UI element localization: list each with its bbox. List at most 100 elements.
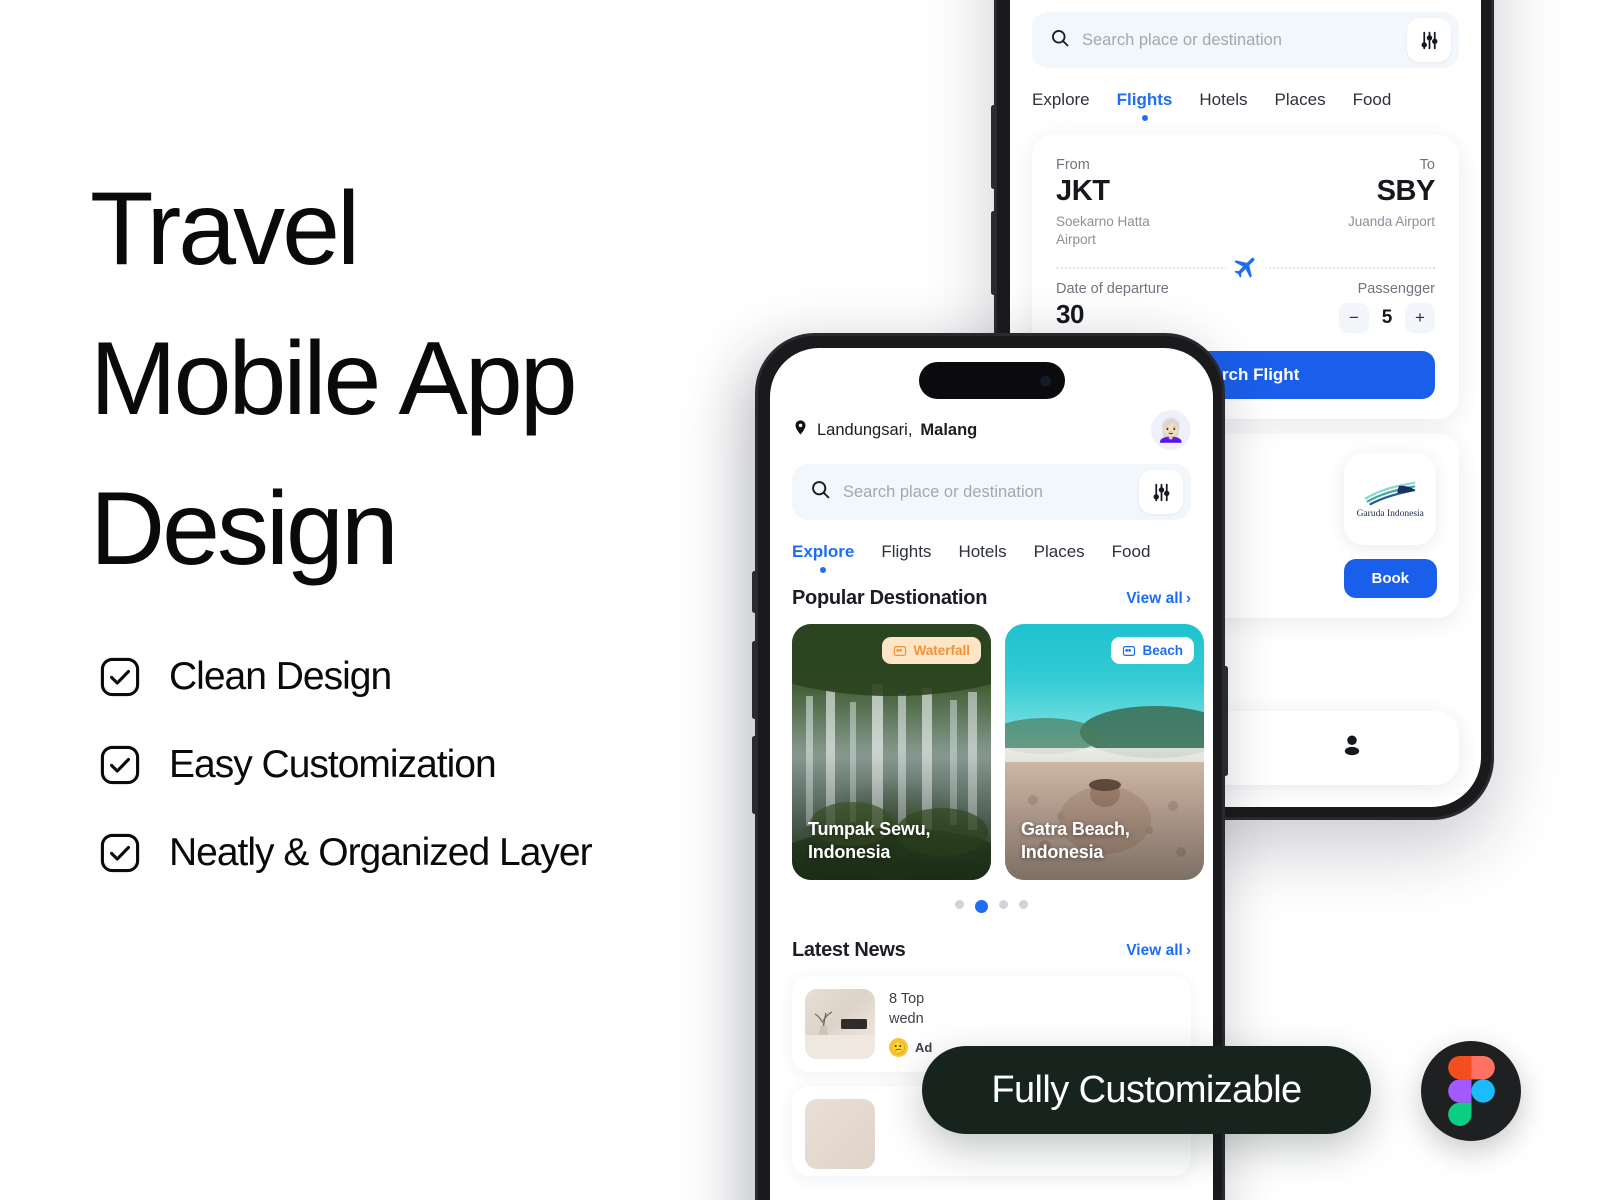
dynamic-island	[918, 362, 1065, 399]
tab-food[interactable]: Food	[1353, 90, 1392, 121]
tab-food[interactable]: Food	[1112, 542, 1151, 573]
feature-item-easy-customization: Easy Customization	[98, 743, 592, 787]
passenger-stepper[interactable]: Passengger − 5 +	[1339, 281, 1435, 334]
destination-name: Gatra Beach, Indonesia	[1021, 818, 1130, 864]
news-author-row: 😕 Ad	[889, 1038, 932, 1057]
date-label: Date of departure	[1056, 281, 1169, 298]
volume-up-button[interactable]	[752, 641, 757, 719]
destination-name-line1: Gatra Beach,	[1021, 818, 1130, 839]
tab-explore[interactable]: Explore	[792, 542, 854, 573]
news-author-name: Ad	[915, 1040, 933, 1055]
passenger-count: 5	[1381, 307, 1393, 329]
carousel-dot-2[interactable]	[975, 900, 988, 913]
news-view-all-link[interactable]: View all ›	[1126, 942, 1191, 960]
carousel-pagination[interactable]	[770, 880, 1213, 913]
popular-destination-header: Popular Destionation View all ›	[770, 587, 1213, 610]
from-label: From	[1056, 157, 1090, 173]
tab-flights[interactable]: Flights	[1117, 90, 1173, 121]
title-line-1: Travel	[90, 171, 360, 287]
volume-down-button[interactable]	[752, 736, 757, 814]
popular-destination-title: Popular Destionation	[792, 587, 988, 609]
airline-logo: Garuda Indonesia	[1344, 453, 1437, 546]
tab-flights[interactable]: Flights	[881, 542, 931, 573]
feature-label: Clean Design	[169, 655, 392, 698]
from-airport: Soekarno Hatta Airport	[1056, 214, 1150, 248]
view-all-label: View all	[1126, 941, 1183, 959]
chevron-right-icon: ›	[1185, 941, 1191, 959]
checkbox-checked-icon	[98, 743, 142, 787]
checkbox-checked-icon	[98, 655, 142, 699]
tab-explore[interactable]: Explore	[1032, 90, 1090, 121]
filter-sliders-icon[interactable]	[1139, 470, 1183, 514]
carousel-dot-1[interactable]	[955, 900, 964, 909]
tag-label: Waterfall	[913, 643, 970, 658]
to-code: SBY	[1376, 175, 1436, 207]
passenger-decrease-button[interactable]: −	[1339, 303, 1369, 334]
location-city: Malang	[920, 420, 978, 439]
back-tab-bar: Explore Flights Hotels Places Food	[1010, 68, 1481, 121]
feature-label: Easy Customization	[169, 743, 497, 786]
location-display[interactable]: Landungsari, Malang	[792, 419, 977, 441]
carousel-dot-4[interactable]	[1019, 900, 1028, 909]
fully-customizable-badge: Fully Customizable	[922, 1046, 1371, 1134]
tab-hotels[interactable]: Hotels	[1199, 90, 1247, 121]
front-header: Landungsari, Malang 👩🏻‍🦳	[770, 410, 1213, 450]
power-button[interactable]	[1223, 666, 1228, 776]
front-search-placeholder: Search place or destination	[843, 482, 1043, 501]
destination-name-line1: Tumpak Sewu,	[808, 818, 931, 839]
passenger-increase-button[interactable]: +	[1405, 303, 1435, 334]
view-all-label: View all	[1126, 589, 1183, 607]
avatar[interactable]: 👩🏻‍🦳	[1151, 410, 1191, 450]
airplane-icon	[1225, 253, 1266, 286]
feature-item-clean-design: Clean Design	[98, 655, 592, 699]
destination-carousel[interactable]: Waterfall Tumpak Sewu, Indonesia Beach G…	[770, 610, 1213, 880]
front-camera-icon	[1039, 375, 1051, 386]
back-search-bar[interactable]: Search place or destination	[1032, 12, 1459, 68]
destination-tag: Beach	[1111, 637, 1194, 664]
search-icon	[810, 479, 831, 505]
search-icon	[1050, 28, 1070, 53]
flight-origin[interactable]: From JKT Soekarno Hatta Airport	[1056, 157, 1176, 249]
promo-heading-block: Travel Mobile App Design	[90, 155, 710, 604]
title-line-2: Mobile App	[90, 320, 578, 437]
destination-name-line2: Indonesia	[1021, 841, 1104, 862]
news-title-line2: wedn	[889, 1011, 924, 1027]
chevron-right-icon: ›	[1185, 589, 1191, 607]
date-value: 30	[1056, 299, 1085, 330]
carousel-dot-3[interactable]	[999, 900, 1008, 909]
tab-hotels[interactable]: Hotels	[958, 542, 1006, 573]
volume-button[interactable]	[991, 105, 996, 189]
volume-down-button[interactable]	[991, 211, 996, 295]
front-tab-bar: Explore Flights Hotels Places Food	[770, 520, 1213, 573]
tab-places[interactable]: Places	[1034, 542, 1085, 573]
to-airport: Juanda Airport	[1347, 214, 1435, 229]
mute-switch[interactable]	[752, 571, 757, 613]
news-author-avatar: 😕	[889, 1038, 908, 1057]
to-label: To	[1419, 157, 1435, 173]
feature-list: Clean Design Easy Customization Neatly &…	[98, 655, 593, 875]
departure-date-field[interactable]: Date of departure 30	[1056, 281, 1169, 333]
figma-logo-icon	[1421, 1041, 1521, 1141]
destination-card-beach[interactable]: Beach Gatra Beach, Indonesia	[1005, 624, 1204, 880]
person-icon[interactable]	[1339, 732, 1365, 764]
book-button[interactable]: Book	[1343, 559, 1437, 599]
map-pin-icon	[792, 419, 809, 441]
flight-destination[interactable]: To SBY Juanda Airport	[1348, 157, 1435, 249]
checkbox-checked-icon	[98, 831, 142, 875]
news-thumbnail	[805, 1099, 875, 1169]
destination-tag: Waterfall	[882, 637, 981, 664]
news-text: 8 Top wedn 😕 Ad	[889, 989, 932, 1059]
location-area: Landungsari,	[817, 420, 913, 439]
destination-card-waterfall[interactable]: Waterfall Tumpak Sewu, Indonesia	[792, 624, 991, 880]
airline-name: Garuda Indonesia	[1356, 508, 1424, 519]
news-title-line1: 8 Top	[889, 991, 925, 1007]
front-search-bar[interactable]: Search place or destination	[792, 464, 1191, 520]
destination-name: Tumpak Sewu, Indonesia	[808, 818, 930, 864]
tab-places[interactable]: Places	[1275, 90, 1326, 121]
tag-label: Beach	[1142, 643, 1183, 658]
page-title: Travel Mobile App Design	[90, 155, 710, 604]
filter-sliders-icon[interactable]	[1407, 18, 1451, 62]
popular-view-all-link[interactable]: View all ›	[1126, 590, 1191, 608]
passenger-label: Passengger	[1357, 281, 1435, 298]
title-line-3: Design	[90, 470, 399, 587]
